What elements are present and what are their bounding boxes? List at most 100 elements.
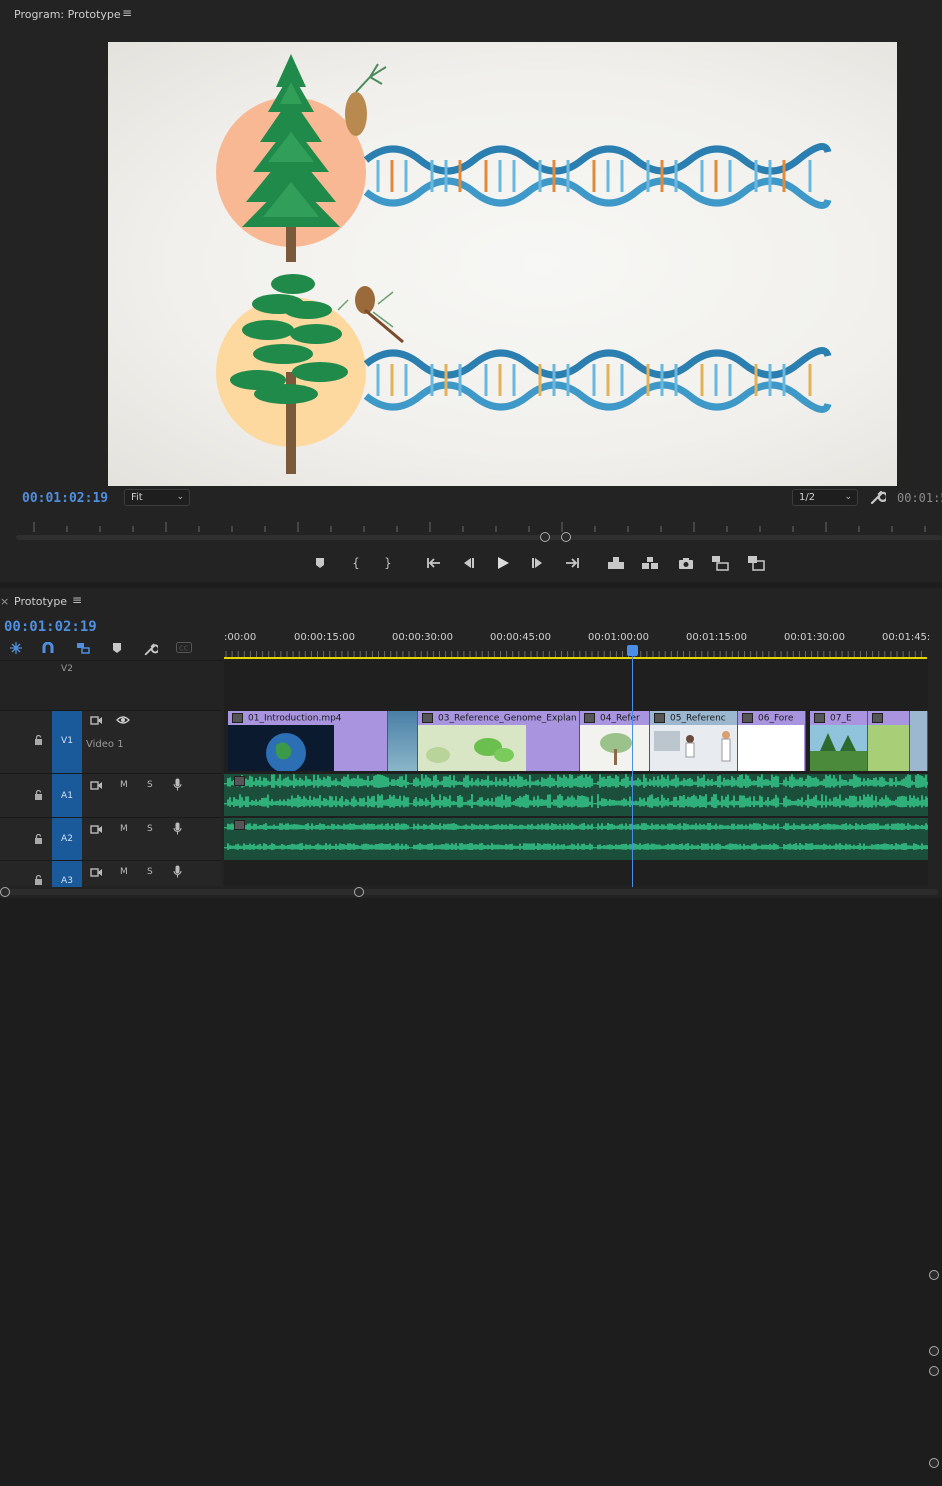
microphone-icon[interactable] [173,822,182,838]
playback-resolution-dropdown[interactable]: 1/2 ⌄ [792,489,858,506]
panel-menu-icon[interactable]: ≡ [122,6,132,20]
nest-sequence-icon[interactable] [10,642,22,657]
playhead-timecode[interactable]: 00:01:02:19 [22,491,108,506]
scroll-handle[interactable] [929,1366,939,1376]
add-marker-button[interactable] [310,553,330,573]
track-header-a1[interactable]: A1 M S [0,773,222,818]
track-header-a2[interactable]: A2 M S [0,817,222,861]
overwrite-button[interactable] [746,553,766,573]
scroll-handle[interactable] [929,1458,939,1468]
timeline-tracks[interactable]: 01_Introduction.mp4 03_Reference_Genome_… [224,660,928,886]
toggle-sync-lock-icon[interactable] [90,715,103,729]
toggle-sync-lock-icon[interactable] [90,780,103,794]
export-frame-button[interactable] [676,553,696,573]
mark-in-button[interactable]: { [346,553,366,573]
mute-button[interactable]: M [120,780,128,790]
audio-clip-a2[interactable] [224,818,928,860]
playhead-line[interactable] [632,645,633,887]
clip-07[interactable]: 07_E [810,711,868,771]
solo-button[interactable]: S [147,824,153,834]
video-frame-image [216,54,832,474]
timeline-sequence-tab[interactable]: Prototype [14,595,67,608]
step-back-button[interactable] [458,553,478,573]
track-header-v2[interactable]: V2 [0,660,222,710]
track-label-v2[interactable]: V2 [52,661,82,677]
clip-name: 06_Fore [758,713,794,724]
track-header-v1[interactable]: V1 Video 1 [0,710,222,774]
clip-01-introduction[interactable]: 01_Introduction.mp4 [228,711,388,771]
track-target-a2[interactable]: A2 [52,818,82,861]
scrollbar-left-handle[interactable] [540,532,550,542]
clip-05-reference[interactable]: 05_Referenc [650,711,738,771]
zoom-level-dropdown[interactable]: Fit ⌄ [124,489,190,506]
close-icon[interactable]: × [0,595,9,608]
program-monitor-title[interactable]: Program: Prototype [14,8,121,21]
scroll-handle[interactable] [0,887,10,897]
lock-icon[interactable] [34,874,43,888]
timeline-time-ruler[interactable]: :00:00 00:00:15:00 00:00:30:00 00:00:45:… [224,624,942,660]
microphone-icon[interactable] [173,778,182,794]
toggle-sync-lock-icon[interactable] [90,867,103,881]
timeline-vertical-zoom[interactable] [928,1248,942,1486]
audio-clip-a1[interactable] [224,774,928,816]
track-target-a3[interactable]: A3 [52,861,82,887]
panel-menu-icon[interactable]: ≡ [72,593,82,607]
snap-magnet-icon[interactable] [42,641,54,657]
scroll-handle[interactable] [929,1346,939,1356]
clip-03-reference-genome[interactable]: 03_Reference_Genome_Explan [418,711,580,771]
program-time-ruler[interactable] [18,520,942,532]
track-target-a1[interactable]: A1 [52,774,82,818]
transport-controls: { } [0,553,942,573]
clip-thumbnail [418,725,526,771]
lock-icon[interactable] [34,734,43,748]
go-to-out-button[interactable] [562,553,582,573]
mark-out-button[interactable]: } [378,553,398,573]
eye-icon[interactable] [116,715,130,728]
lock-icon[interactable] [34,789,43,803]
clip-02[interactable] [388,711,418,771]
go-to-in-button[interactable] [424,553,444,573]
linked-selection-icon[interactable] [76,642,90,657]
resolution-value: 1/2 [799,492,816,503]
insert-button[interactable] [710,553,730,573]
clip-04-reference[interactable]: 04_Refer [580,711,650,771]
scroll-handle[interactable] [354,887,364,897]
clip-06-forest[interactable]: 06_Fore [738,711,806,771]
scrollbar-right-handle[interactable] [561,532,571,542]
fx-badge-icon [814,713,825,723]
track-target-v1[interactable]: V1 [52,711,82,774]
captions-icon[interactable]: CC [176,642,192,656]
solo-button[interactable]: S [147,780,153,790]
clip-name: 07_E [830,713,852,724]
timeline-timecode[interactable]: 00:01:02:19 [4,619,97,635]
program-zoom-scrollbar[interactable] [16,532,942,542]
toggle-sync-lock-icon[interactable] [90,824,103,838]
timeline-horizontal-scrollbar[interactable] [0,887,938,897]
extract-icon [642,557,658,569]
clip-thumbnail [228,725,334,771]
play-button[interactable] [493,553,513,573]
track-header-a3[interactable]: A3 M S [0,860,222,888]
program-viewer-frame[interactable] [108,42,897,486]
clip-thumbnail [580,725,649,771]
lift-button[interactable] [606,553,626,573]
ruler-ticks [224,651,927,659]
mute-button[interactable]: M [120,867,128,877]
extract-button[interactable] [640,553,660,573]
microphone-icon[interactable] [173,865,182,881]
clip-09[interactable] [910,711,928,771]
lock-icon[interactable] [34,833,43,847]
mute-button[interactable]: M [120,824,128,834]
go-to-out-icon [566,558,579,568]
track-name-video1[interactable]: Video 1 [86,739,124,750]
mark-in-icon: { [352,556,360,570]
add-marker-icon[interactable] [112,642,122,657]
clip-08[interactable] [868,711,910,771]
audio-waveform [224,823,928,850]
clip-name: 03_Reference_Genome_Explan [438,713,577,724]
wrench-icon[interactable] [870,489,888,509]
solo-button[interactable]: S [147,867,153,877]
scroll-handle[interactable] [929,1270,939,1280]
step-forward-button[interactable] [528,553,548,573]
wrench-icon[interactable] [144,642,160,659]
